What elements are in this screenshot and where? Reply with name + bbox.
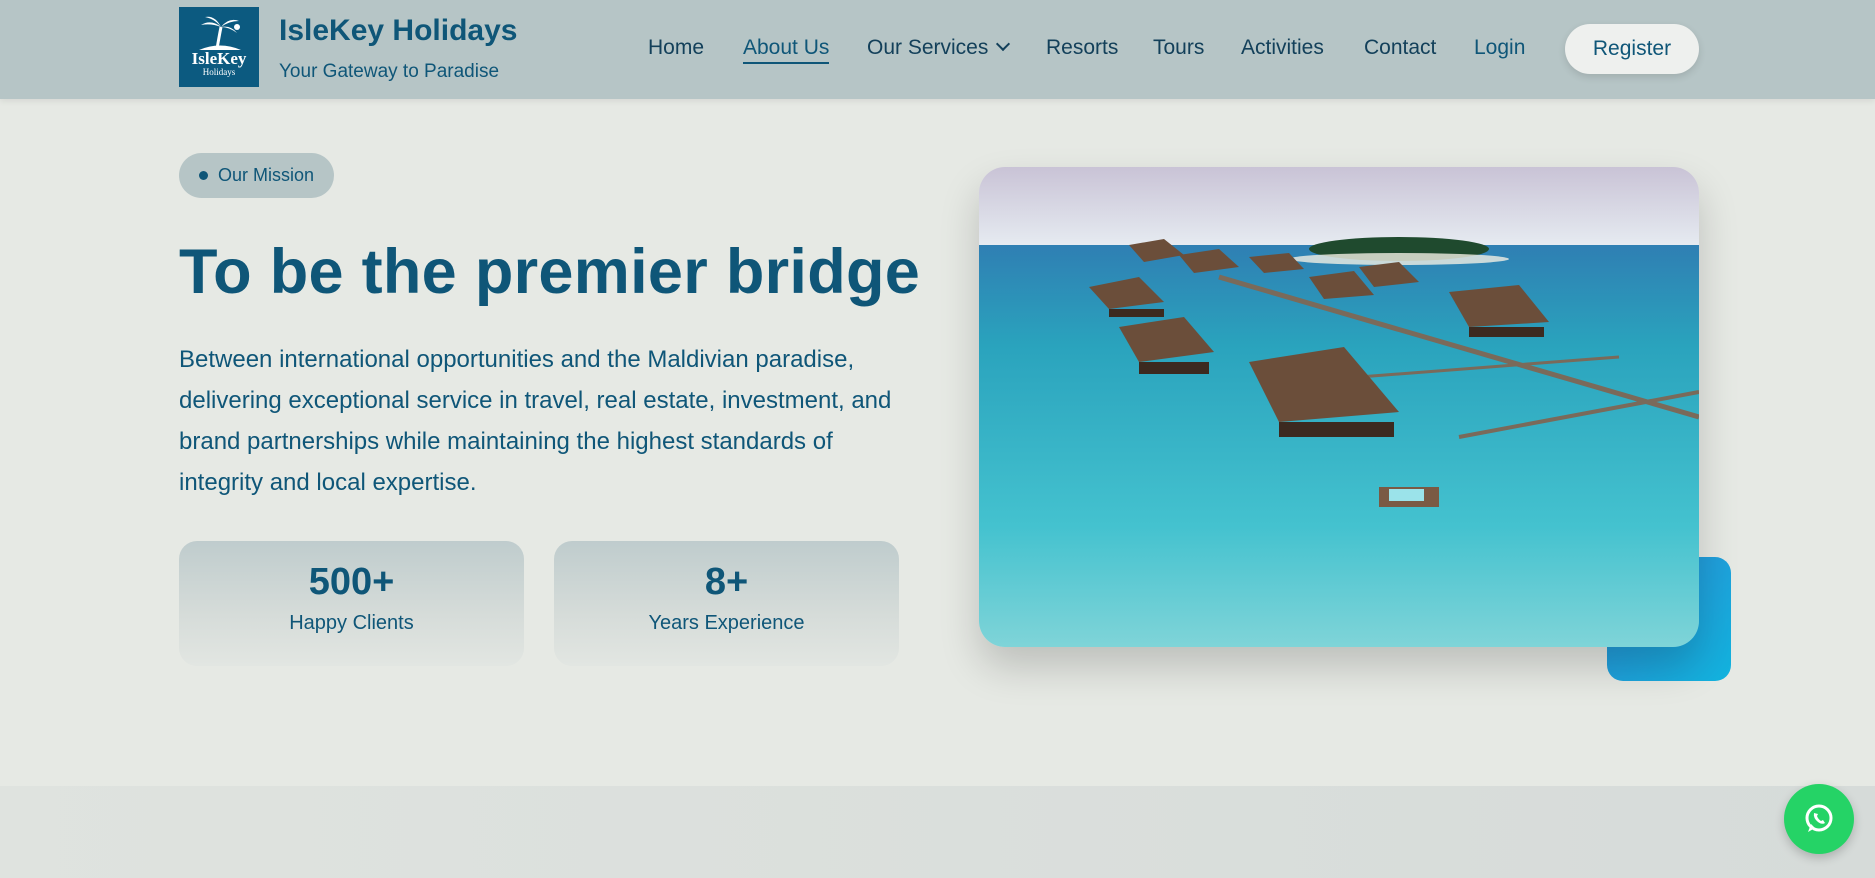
logo-subtext: Holidays xyxy=(202,67,236,77)
maldives-villas-image xyxy=(979,167,1699,647)
nav-contact[interactable]: Contact xyxy=(1364,36,1436,60)
site-header: IsleKey Holidays IsleKey Holidays Your G… xyxy=(0,0,1875,99)
nav-our-services-label: Our Services xyxy=(867,36,989,59)
nav-login[interactable]: Login xyxy=(1474,36,1525,60)
badge-dot-icon xyxy=(199,171,208,180)
nav-activities[interactable]: Activities xyxy=(1241,36,1324,60)
nav-our-services[interactable]: Our Services xyxy=(867,36,1011,60)
brand-title[interactable]: IsleKey Holidays xyxy=(279,14,517,48)
next-section-band xyxy=(0,786,1875,878)
nav-about-us[interactable]: About Us xyxy=(743,36,830,64)
stat-label: Years Experience xyxy=(648,612,805,634)
logo-wordmark: IsleKey xyxy=(191,49,247,68)
nav-tours[interactable]: Tours xyxy=(1153,36,1204,60)
hero-headline: To be the premier bridge xyxy=(179,237,921,307)
nav-resorts[interactable]: Resorts xyxy=(1046,36,1118,60)
stat-value: 500+ xyxy=(308,561,395,603)
stat-card-experience: 8+ Years Experience xyxy=(554,541,899,666)
chevron-down-icon xyxy=(996,36,1011,52)
nav-home[interactable]: Home xyxy=(648,36,704,60)
mission-badge: Our Mission xyxy=(179,153,334,198)
stat-value: 8+ xyxy=(704,561,749,603)
mission-badge-label: Our Mission xyxy=(218,165,315,185)
whatsapp-chat-button[interactable] xyxy=(1784,784,1854,854)
stat-label: Happy Clients xyxy=(289,612,414,634)
stat-card-clients: 500+ Happy Clients xyxy=(179,541,524,666)
register-button[interactable]: Register xyxy=(1565,24,1699,74)
hero-description: Between international opportunities and … xyxy=(179,346,892,496)
villas-illustration xyxy=(979,167,1699,647)
logo[interactable]: IsleKey Holidays xyxy=(179,7,259,87)
palm-tree-icon xyxy=(199,16,241,50)
brand-tagline: Your Gateway to Paradise xyxy=(279,61,500,82)
whatsapp-icon xyxy=(1805,804,1833,832)
